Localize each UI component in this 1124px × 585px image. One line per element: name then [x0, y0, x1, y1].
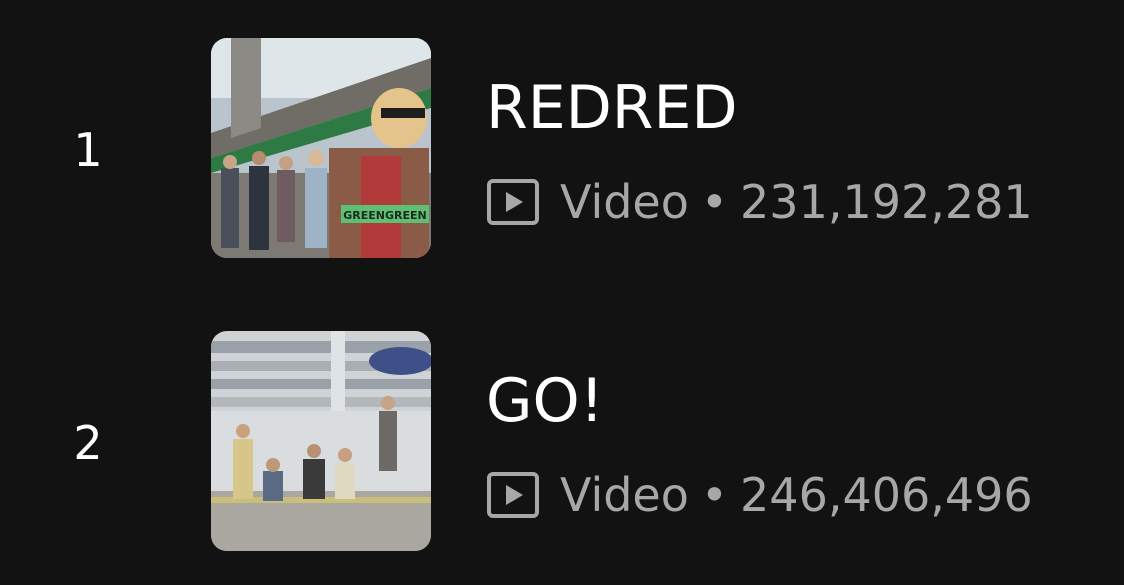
- cover-image: GREENGREEN: [211, 38, 431, 258]
- track-meta: Video • 231,192,281: [486, 174, 1033, 230]
- video-play-icon: [486, 468, 540, 522]
- separator-dot: •: [700, 468, 729, 522]
- view-count: 246,406,496: [740, 468, 1033, 522]
- cover-image: [211, 331, 431, 551]
- rank-number: 2: [73, 416, 103, 470]
- cover-art-redred[interactable]: GREENGREEN: [211, 38, 431, 258]
- separator-dot: •: [700, 175, 729, 229]
- rank-number: 1: [73, 123, 103, 177]
- video-play-icon: [486, 175, 540, 229]
- cover-label-text: GREENGREEN: [343, 209, 426, 222]
- video-list: 1 GREENGREEN REDRED Video • 231,192,281 …: [0, 0, 1124, 585]
- cover-art-go[interactable]: [211, 331, 431, 551]
- track-title[interactable]: REDRED: [486, 72, 738, 144]
- type-label: Video: [560, 175, 689, 229]
- type-label: Video: [560, 468, 689, 522]
- list-item-go[interactable]: 2 GO! Video • 246,406,496: [0, 331, 1124, 551]
- track-title[interactable]: GO!: [486, 365, 604, 437]
- track-meta: Video • 246,406,496: [486, 467, 1033, 523]
- list-item-redred[interactable]: 1 GREENGREEN REDRED Video • 231,192,281: [0, 38, 1124, 258]
- view-count: 231,192,281: [740, 175, 1033, 229]
